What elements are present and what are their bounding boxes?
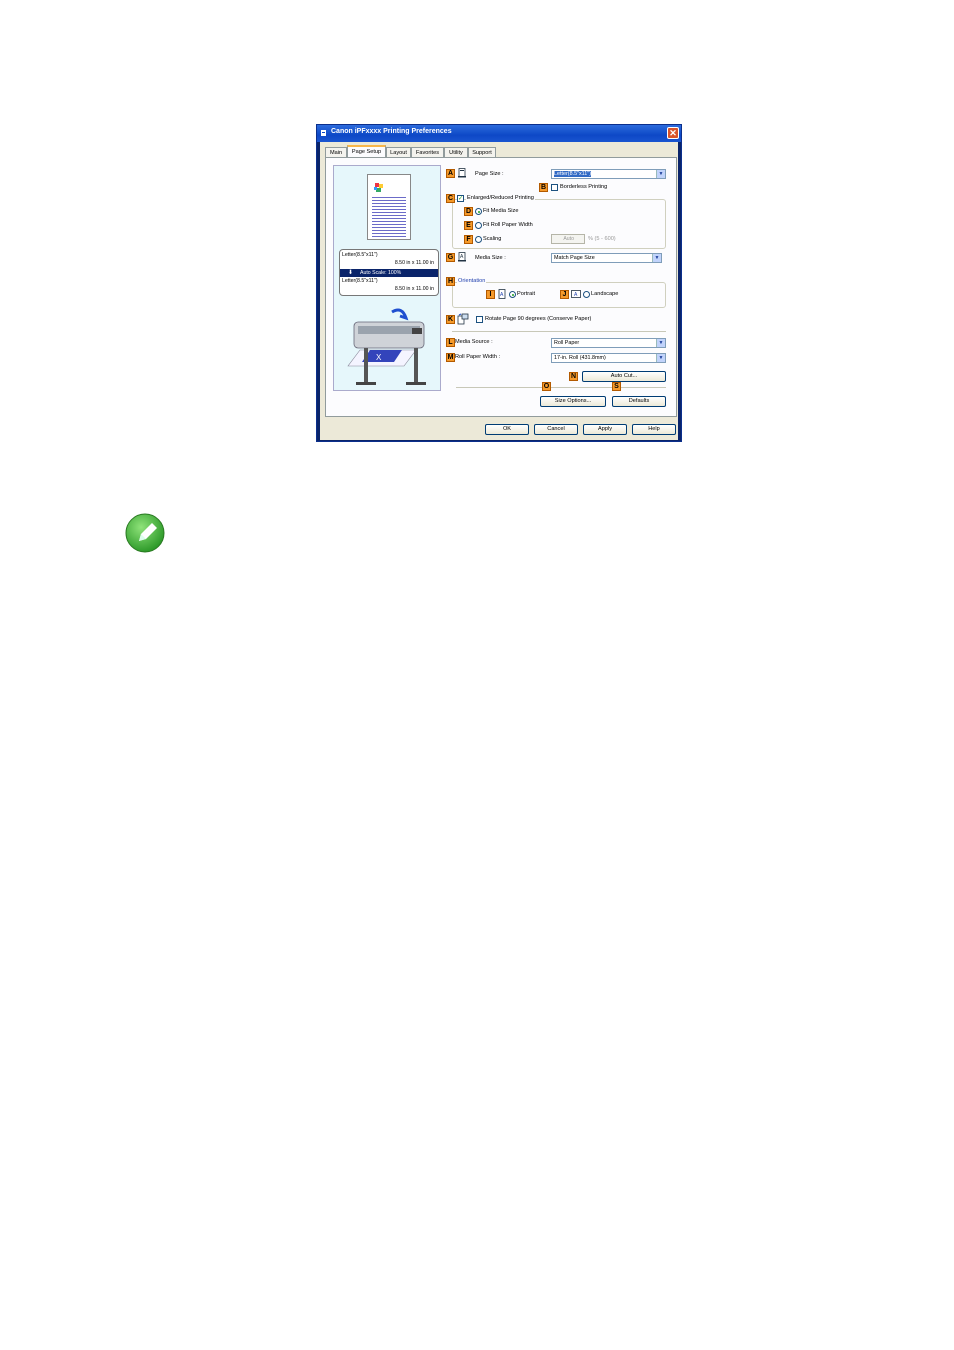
printing-preferences-dialog: Canon iPFxxxx Printing Preferences ✕ Mai…: [316, 124, 682, 442]
landscape-icon: A: [571, 290, 581, 298]
key-i: I: [486, 290, 495, 299]
scaling-label: Scaling: [483, 236, 502, 242]
tab-favorites[interactable]: Favorites: [411, 147, 444, 157]
landscape-label: Landscape: [591, 291, 619, 297]
page-preview-thumbnail: [367, 174, 411, 240]
key-f: F: [464, 235, 473, 244]
portrait-radio[interactable]: [509, 291, 516, 298]
svg-text:X: X: [376, 353, 382, 362]
title-bar[interactable]: Canon iPFxxxx Printing Preferences ✕: [317, 125, 681, 142]
divider: [452, 331, 666, 332]
original-size-label: Letter(8.5"x11"): [342, 252, 378, 258]
fit-roll-width-label: Fit Roll Paper Width: [483, 222, 533, 228]
fit-media-size-radio[interactable]: [475, 208, 482, 215]
original-size-dimensions: 8.50 in x 11.00 in: [394, 260, 434, 266]
output-size-dimensions: 8.50 in x 11.00 in: [394, 286, 434, 292]
media-source-select[interactable]: Roll Paper ▼: [551, 338, 666, 348]
roll-width-select[interactable]: 17-in. Roll (431.8mm) ▼: [551, 353, 666, 363]
portrait-icon: A: [498, 289, 506, 299]
page-size-label: Page Size :: [475, 171, 504, 177]
help-button[interactable]: Help: [632, 424, 676, 435]
printer-illustration-icon: X: [347, 308, 426, 385]
tab-support[interactable]: Support: [468, 147, 496, 157]
scale-row: ⬇ Auto Scale: 100%: [340, 269, 438, 277]
key-n: N: [569, 372, 578, 381]
down-arrow-icon: ⬇: [348, 270, 354, 276]
scaling-radio[interactable]: [475, 236, 482, 243]
fit-roll-width-radio[interactable]: [475, 222, 482, 229]
media-size-value: Match Page Size: [554, 255, 595, 261]
key-s: S: [612, 382, 621, 391]
key-c: C: [446, 194, 455, 203]
divider: [456, 387, 666, 388]
fit-media-size-label: Fit Media Size: [483, 208, 519, 214]
key-h: H: [446, 277, 455, 286]
page-size-select[interactable]: Letter(8.5"x11") ▼: [551, 169, 666, 179]
window-title: Canon iPFxxxx Printing Preferences: [331, 128, 452, 135]
key-k: K: [446, 315, 455, 324]
defaults-button[interactable]: Defaults: [612, 396, 666, 407]
scaling-spinner[interactable]: Auto: [551, 234, 585, 244]
borderless-checkbox[interactable]: [551, 184, 558, 191]
media-source-label: Media Source :: [455, 339, 493, 345]
rotate-page-checkbox[interactable]: [476, 316, 483, 323]
rotate-page-label: Rotate Page 90 degrees (Conserve Paper): [485, 316, 592, 322]
ok-button[interactable]: OK: [485, 424, 529, 435]
media-size-label: Media Size :: [475, 255, 506, 261]
cancel-button[interactable]: Cancel: [534, 424, 578, 435]
orientation-label: Orientation: [457, 277, 487, 285]
roll-width-value: 17-in. Roll (431.8mm): [554, 355, 606, 361]
enlarged-label: Enlarged/Reduced Printing: [466, 194, 535, 202]
pencil-note-icon: [125, 513, 165, 553]
auto-cut-button[interactable]: Auto Cut...: [582, 371, 666, 382]
scaling-range: % (5 - 600): [588, 236, 616, 242]
key-m: M: [446, 353, 455, 362]
chevron-down-icon: ▼: [652, 254, 661, 262]
output-size-label: Letter(8.5"x11"): [342, 278, 378, 284]
preview-pane: Letter(8.5"x11") 8.50 in x 11.00 in ⬇ Au…: [333, 165, 441, 391]
thumbnail-image-icon: [374, 183, 383, 192]
key-a: A: [446, 169, 455, 178]
paper-size-info: Letter(8.5"x11") 8.50 in x 11.00 in ⬇ Au…: [339, 249, 439, 296]
printer-app-icon: [321, 130, 326, 136]
rotate-page-icon: [457, 313, 469, 325]
orientation-group: [452, 282, 666, 308]
scale-label: Auto Scale: 100%: [360, 270, 402, 276]
key-b: B: [539, 183, 548, 192]
landscape-radio[interactable]: [583, 291, 590, 298]
key-j: J: [560, 290, 569, 299]
borderless-label: Borderless Printing: [560, 184, 608, 190]
tab-main[interactable]: Main: [325, 147, 347, 157]
key-g: G: [446, 253, 455, 262]
page-size-icon: [458, 168, 466, 178]
apply-button[interactable]: Apply: [583, 424, 627, 435]
portrait-label: Portrait: [517, 291, 536, 297]
tab-layout[interactable]: Layout: [386, 147, 411, 157]
key-o: O: [542, 382, 551, 391]
media-source-value: Roll Paper: [554, 340, 580, 346]
page-setup-panel: Letter(8.5"x11") 8.50 in x 11.00 in ⬇ Au…: [325, 157, 677, 417]
page-size-value: Letter(8.5"x11"): [554, 171, 591, 177]
close-button[interactable]: ✕: [667, 127, 679, 139]
chevron-down-icon: ▼: [656, 170, 665, 178]
key-d: D: [464, 207, 473, 216]
chevron-down-icon: ▼: [656, 354, 665, 362]
chevron-down-icon: ▼: [656, 339, 665, 347]
media-size-icon: A: [458, 252, 466, 262]
dialog-client-area: Main Page Setup Layout Favorites Utility…: [320, 142, 678, 440]
tab-utility[interactable]: Utility: [444, 147, 468, 157]
key-l: L: [446, 338, 455, 347]
roll-width-label: Roll Paper Width :: [455, 354, 501, 360]
key-e: E: [464, 221, 473, 230]
enlarged-checkbox[interactable]: ✓: [457, 195, 464, 202]
media-size-select[interactable]: Match Page Size ▼: [551, 253, 662, 263]
size-options-button[interactable]: Size Options...: [540, 396, 606, 407]
